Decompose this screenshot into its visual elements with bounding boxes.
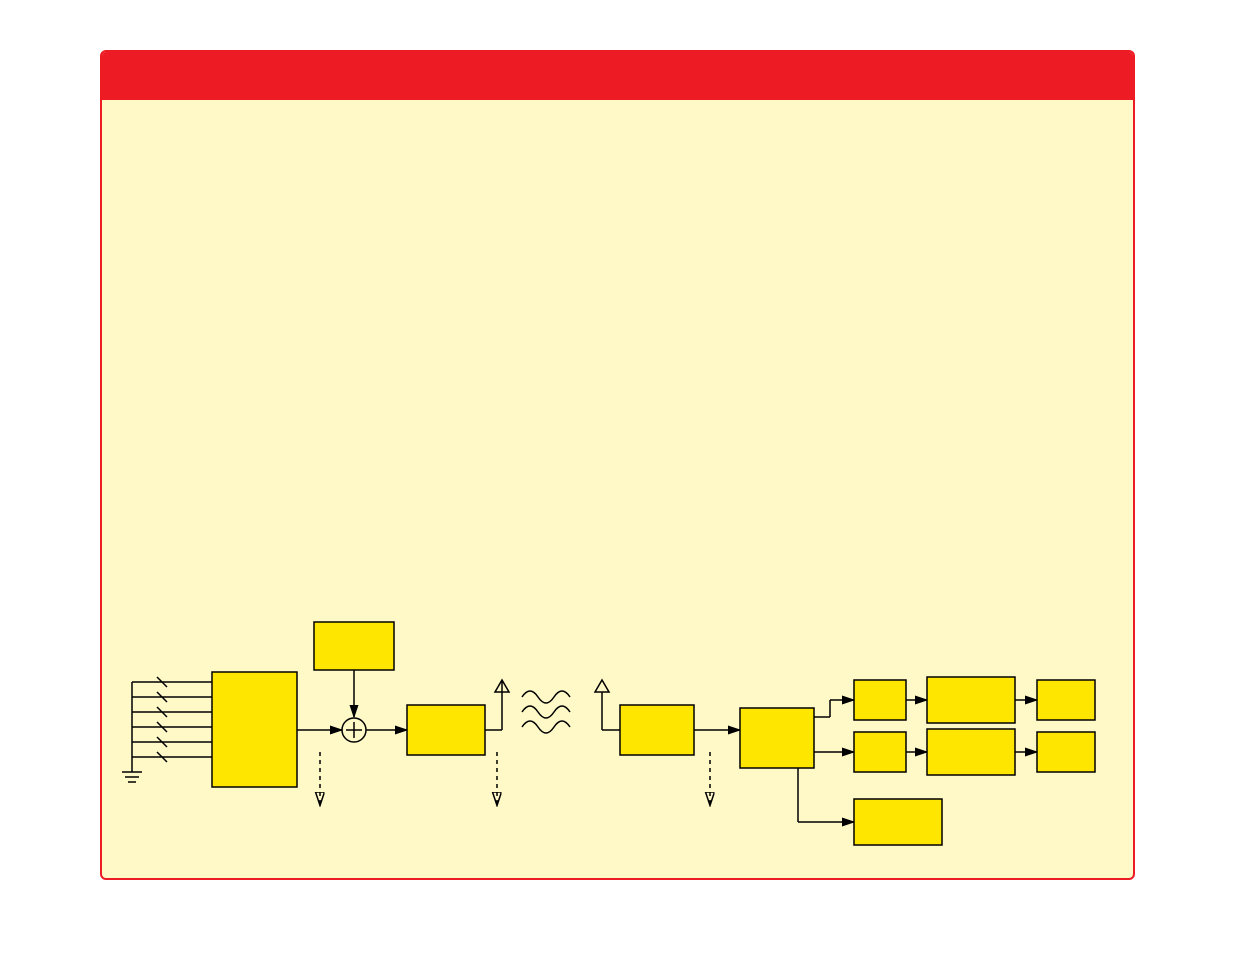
block-out2c — [1037, 732, 1095, 772]
block-demux — [740, 708, 814, 768]
panel-frame — [100, 50, 1135, 880]
input-lines — [122, 677, 212, 782]
block-out1b — [927, 677, 1015, 723]
block-rx — [620, 705, 694, 755]
block-out3 — [854, 799, 942, 845]
block-out1c — [1037, 680, 1095, 720]
block-out1a — [854, 680, 906, 720]
block-diagram — [102, 52, 1133, 878]
summing-node-icon — [342, 718, 366, 742]
radio-waves-icon — [522, 691, 570, 733]
block-tx — [407, 705, 485, 755]
rx-antenna-icon — [595, 680, 609, 730]
block-out2a — [854, 732, 906, 772]
block-out2b — [927, 729, 1015, 775]
tx-antenna-icon — [495, 680, 509, 692]
page — [0, 0, 1235, 954]
block-mux — [212, 672, 297, 787]
block-carrier — [314, 622, 394, 670]
